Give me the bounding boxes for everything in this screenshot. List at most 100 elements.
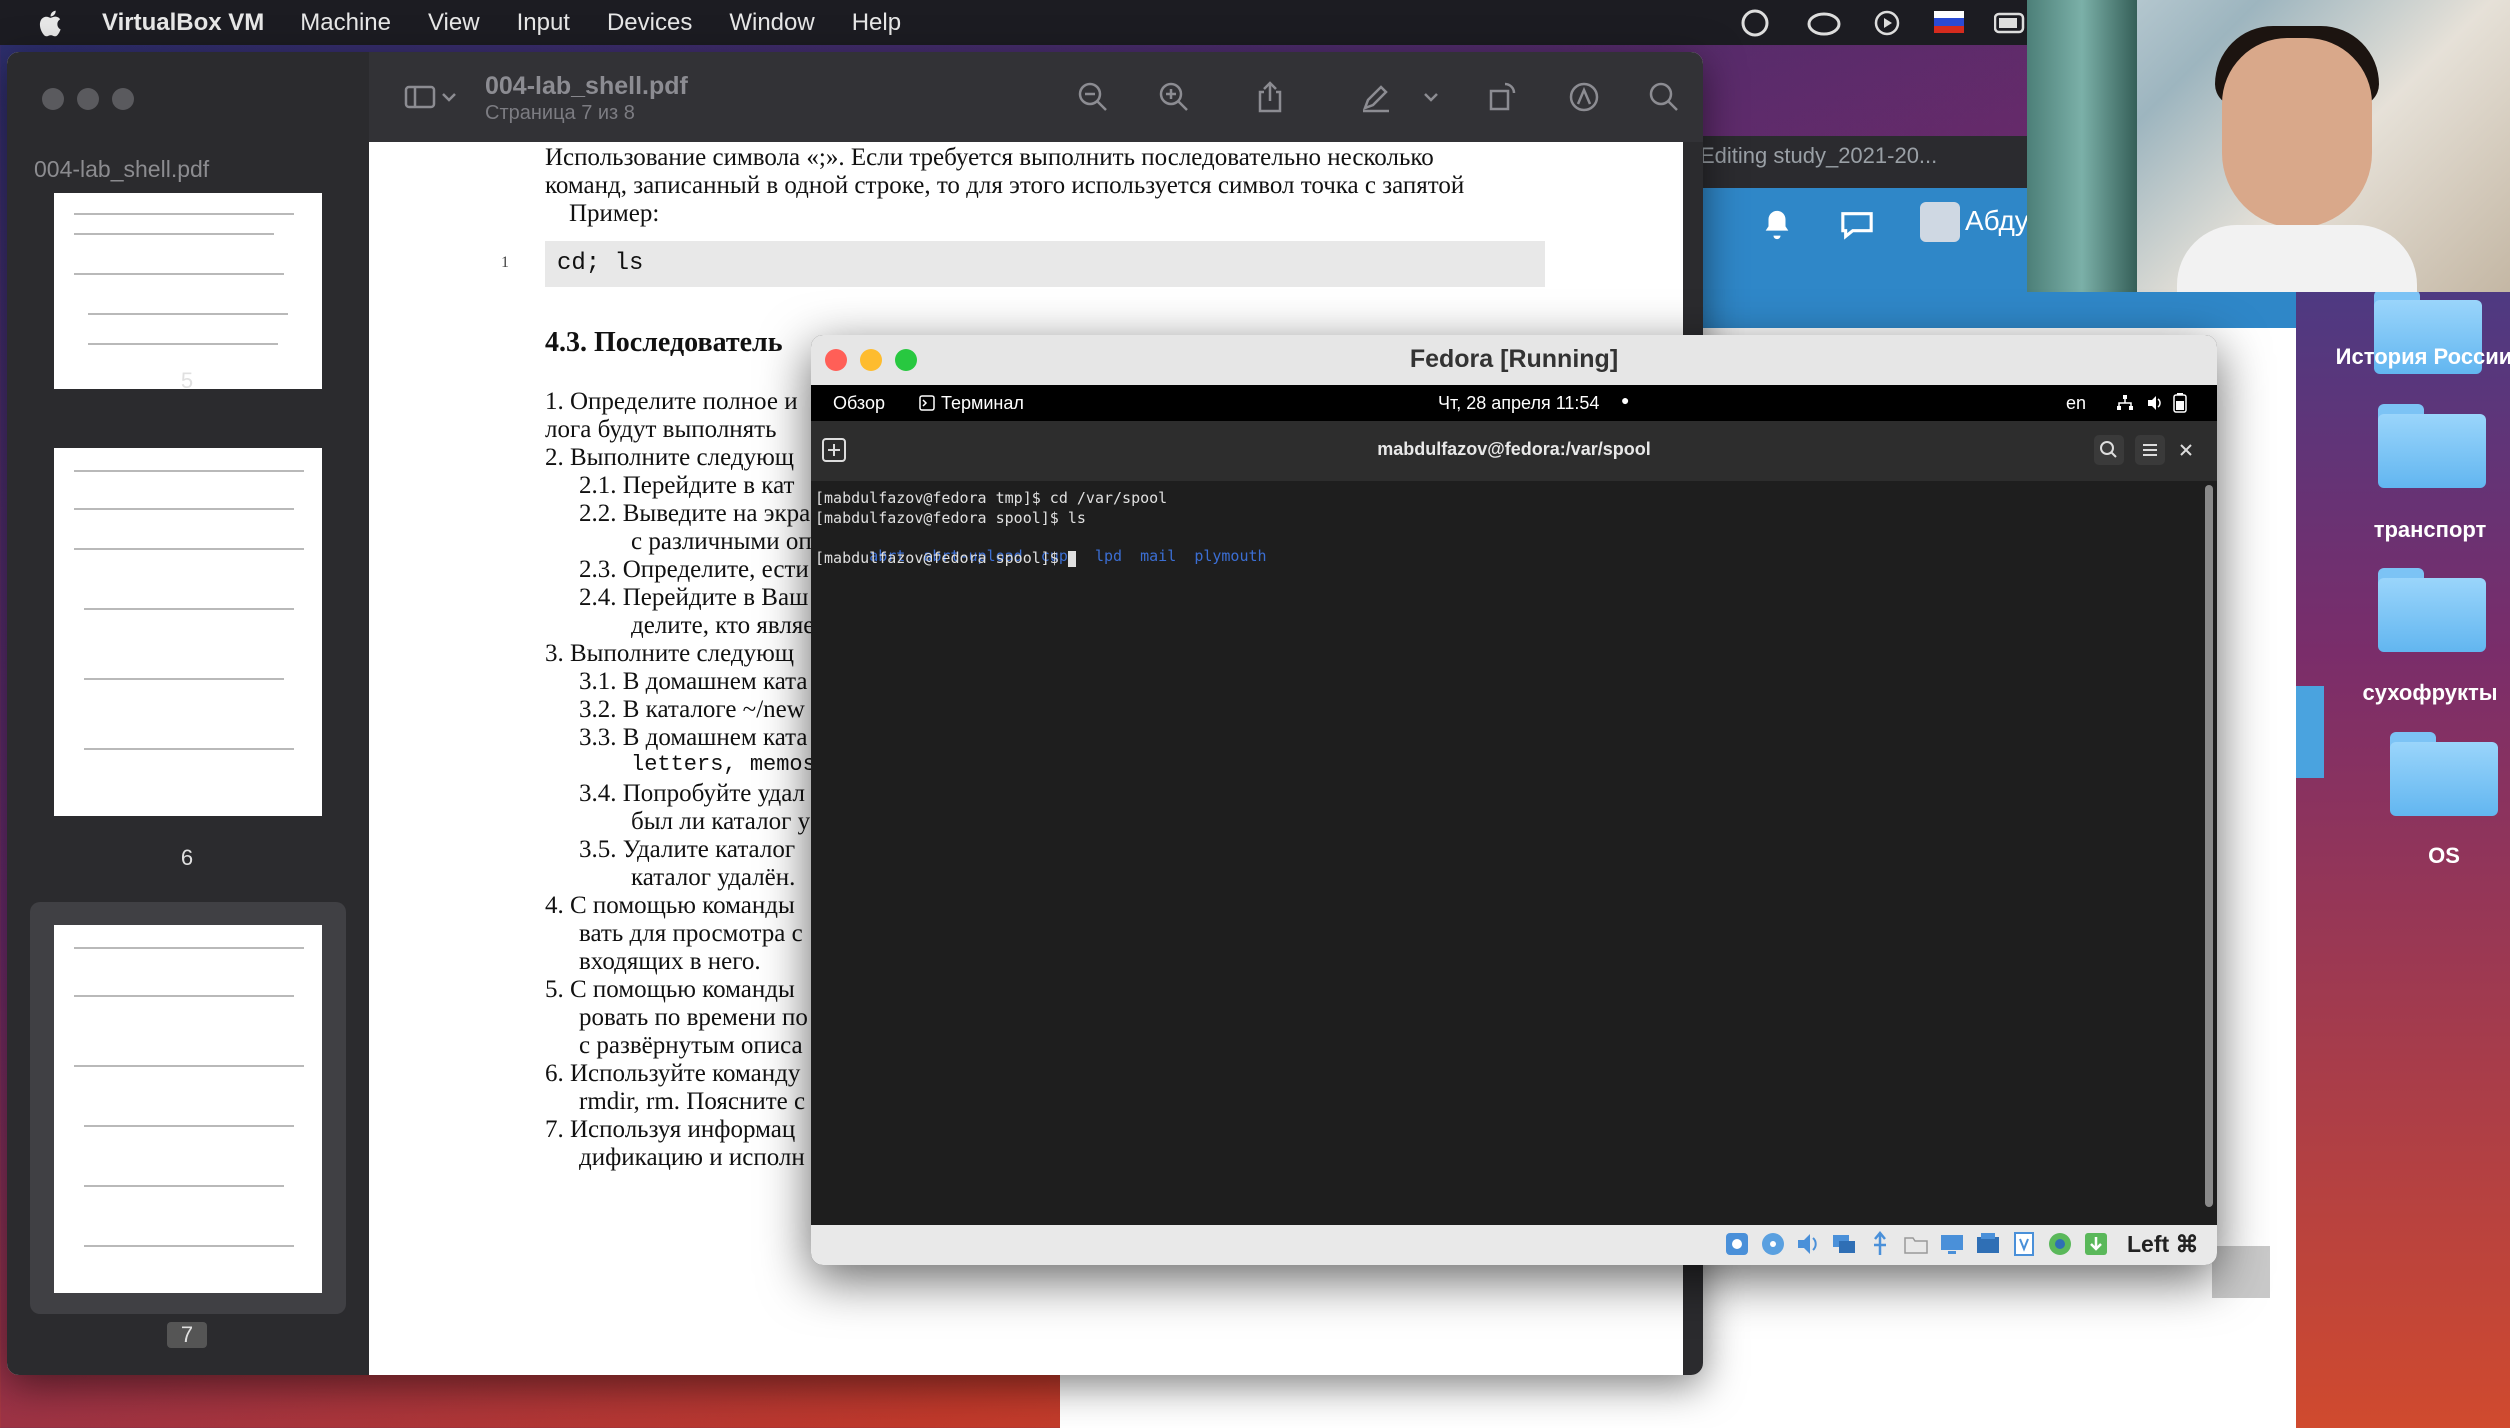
terminal-output[interactable]: [mabdulfazov@fedora tmp]$ cd /var/spool … — [811, 481, 2211, 1211]
menu-machine[interactable]: Machine — [300, 9, 391, 37]
paragraph-line: Использование символа «;». Если требуетс… — [545, 144, 1434, 171]
page-indicator: Страница 7 из 8 — [485, 102, 635, 124]
battery-icon[interactable] — [2173, 393, 2187, 413]
list-item: 4. С помощью команды — [545, 892, 795, 919]
folder-icon[interactable] — [2378, 568, 2486, 652]
network-adapter-icon[interactable] — [1831, 1231, 1857, 1257]
audio-icon[interactable] — [1795, 1231, 1821, 1257]
network-icon[interactable] — [2116, 394, 2134, 412]
cpu-icon[interactable] — [2011, 1231, 2037, 1257]
list-item: с различными оп — [631, 528, 812, 555]
page-thumbnail[interactable] — [54, 193, 322, 389]
section-heading: 4.3. Последователь — [545, 327, 783, 358]
markup-icon[interactable] — [1359, 80, 1393, 114]
hamburger-menu-icon[interactable] — [2135, 435, 2165, 465]
zoom-in-icon[interactable] — [1157, 80, 1191, 114]
browser-tab[interactable]: Editing study_2021-20... — [1700, 143, 1937, 169]
search-icon[interactable] — [1647, 80, 1681, 114]
page-thumbnail[interactable] — [54, 448, 322, 816]
app-name[interactable]: VirtualBox VM — [102, 9, 264, 37]
list-item: 2.3. Определите, ести — [579, 556, 809, 583]
bell-icon[interactable] — [1760, 208, 1794, 242]
list-item: 2. Выполните следующ — [545, 444, 795, 471]
battery-icon[interactable] — [1994, 12, 2028, 34]
code-block — [545, 241, 1545, 287]
annotate-icon[interactable] — [1567, 80, 1601, 114]
capture-icon[interactable] — [1975, 1231, 2001, 1257]
terminal-icon — [919, 395, 935, 411]
ls-item: lpd — [1094, 547, 1123, 565]
list-item: каталог удалён. — [631, 864, 796, 891]
list-item: дификацию и исполн — [579, 1144, 805, 1171]
menu-view[interactable]: View — [428, 9, 480, 37]
scrollbar[interactable] — [2205, 485, 2213, 1207]
flag-ru-icon[interactable] — [1934, 11, 1964, 33]
zoom-out-icon[interactable] — [1076, 80, 1110, 114]
list-item: 5. С помощью команды — [545, 976, 795, 1003]
virtualbox-window: Fedora [Running] Обзор Терминал Чт, 28 а… — [811, 335, 2217, 1265]
play-icon[interactable] — [1874, 10, 1900, 36]
scroll-top-button[interactable] — [2212, 1246, 2270, 1298]
mouse-integration-icon[interactable] — [2047, 1231, 2073, 1257]
menu-window[interactable]: Window — [729, 9, 814, 37]
list-item: 3.1. В домашнем ката — [579, 668, 808, 695]
close-button[interactable] — [42, 88, 64, 110]
host-key-label[interactable]: Left ⌘ — [2127, 1231, 2199, 1258]
page-thumbnail-current[interactable] — [54, 925, 322, 1293]
list-item: 3.3. В домашнем ката — [579, 724, 808, 751]
thumbnail-page-number: 5 — [180, 368, 194, 393]
activities-button[interactable]: Обзор — [833, 393, 885, 414]
volume-icon[interactable] — [2146, 394, 2164, 412]
thumbnail-page-number: 7 — [167, 1322, 207, 1348]
arrow-down-icon[interactable] — [2083, 1231, 2109, 1257]
list-item: ровать по времени по — [579, 1004, 808, 1031]
cursor — [1067, 550, 1076, 567]
hard-disk-icon[interactable] — [1724, 1231, 1750, 1257]
folder-label-os: OS — [2428, 843, 2460, 868]
list-item: 6. Используйте команду — [545, 1060, 801, 1087]
folder-icon[interactable] — [2390, 732, 2498, 816]
list-item: rmdir, rm. Поясните с — [579, 1088, 806, 1115]
menu-devices[interactable]: Devices — [607, 9, 692, 37]
webcam-preview — [2027, 0, 2510, 292]
list-item: делите, кто являе — [631, 612, 815, 639]
clock[interactable]: Чт, 28 апреля 11:54 — [1438, 393, 1599, 414]
apple-icon[interactable] — [38, 8, 66, 38]
close-icon[interactable] — [2177, 441, 2195, 459]
list-item: с развёрнутым описа — [579, 1032, 803, 1059]
rotate-icon[interactable] — [1485, 80, 1519, 114]
feedback-tab[interactable] — [2296, 686, 2324, 778]
menu-input[interactable]: Input — [517, 9, 570, 37]
app-menu[interactable]: Терминал — [941, 393, 1024, 414]
zoom-button[interactable] — [112, 88, 134, 110]
display-icon[interactable] — [1939, 1231, 1965, 1257]
chevron-down-icon[interactable] — [1421, 80, 1441, 114]
folder-label-history: История России — [2335, 344, 2510, 369]
cloud-icon[interactable] — [1806, 8, 1842, 38]
sidebar-toggle-icon[interactable] — [403, 80, 437, 114]
chevron-down-icon[interactable] — [439, 80, 459, 114]
folder-icon[interactable] — [2378, 404, 2486, 488]
list-item: лога будут выполнять — [545, 416, 777, 443]
list-item: 3. Выполните следующ — [545, 640, 795, 667]
terminal-prompt: [mabdulfazov@fedora spool]$ — [815, 549, 1076, 567]
list-item: вать для просмотра с — [579, 920, 803, 947]
menu-help[interactable]: Help — [852, 9, 901, 37]
chat-icon[interactable] — [1840, 210, 1874, 240]
input-language[interactable]: en — [2066, 393, 2086, 414]
share-icon[interactable] — [1253, 80, 1287, 114]
list-item: был ли каталог у — [631, 808, 811, 835]
folder-label-transport: транспорт — [2373, 517, 2487, 542]
list-item: 2.4. Перейдите в Ваш — [579, 584, 809, 611]
avatar[interactable] — [1920, 202, 1960, 242]
terminal-title: mabdulfazov@fedora:/var/spool — [1377, 439, 1651, 459]
creative-cloud-icon[interactable] — [1740, 8, 1770, 38]
gnome-topbar: Обзор Терминал Чт, 28 апреля 11:54 ● en — [811, 385, 2217, 421]
usb-icon[interactable] — [1867, 1231, 1893, 1257]
list-item: 3.5. Удалите каталог — [579, 836, 796, 863]
optical-drive-icon[interactable] — [1760, 1231, 1786, 1257]
shared-folder-icon[interactable] — [1903, 1231, 1929, 1257]
search-icon[interactable] — [2094, 435, 2124, 465]
minimize-button[interactable] — [77, 88, 99, 110]
notification-dot-icon: ● — [1621, 392, 1630, 408]
